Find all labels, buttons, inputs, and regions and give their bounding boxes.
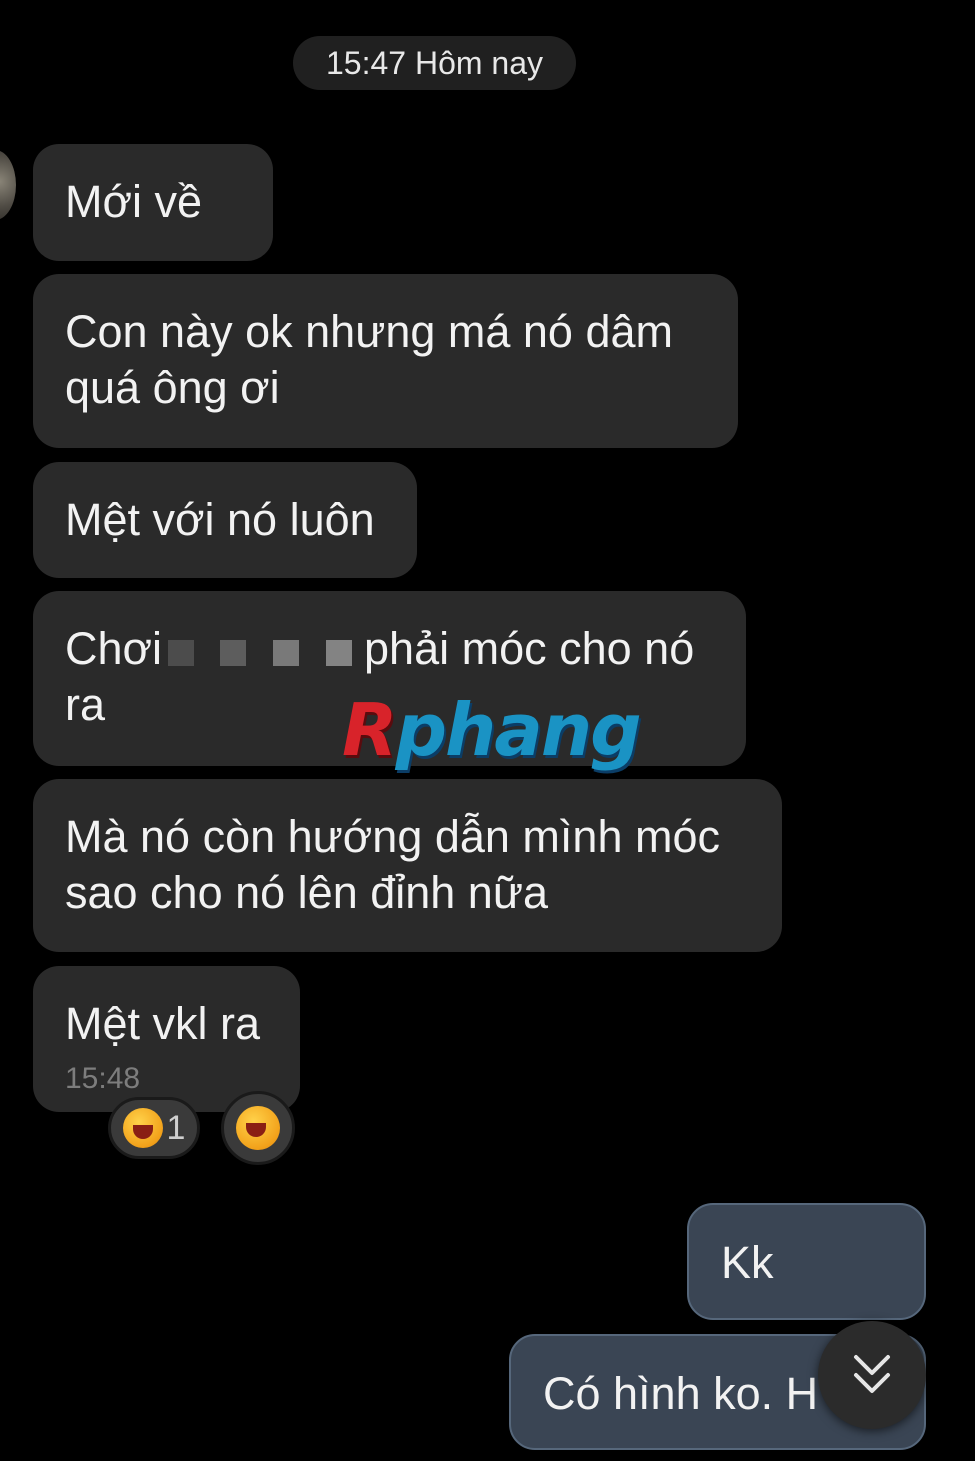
laughing-emoji-icon <box>236 1106 280 1150</box>
message-bubble-incoming[interactable]: Mới về <box>33 144 273 261</box>
reaction-count: 1 <box>166 1108 186 1147</box>
message-bubble-incoming[interactable]: Con này ok nhưng má nó dâm quá ông ơi <box>33 274 738 448</box>
contact-avatar[interactable] <box>0 150 16 220</box>
message-text: Mà nó còn hướng dẫn mình móc sao cho nó … <box>65 811 720 918</box>
message-text: Mệt vkl ra <box>65 998 261 1049</box>
message-bubble-outgoing[interactable]: Kk <box>687 1203 926 1320</box>
date-separator: 15:47 Hôm nay <box>293 36 576 90</box>
message-text: Mệt với nó luôn <box>65 494 375 545</box>
censored-blur <box>168 632 358 672</box>
message-text: Kk <box>721 1237 774 1288</box>
scroll-to-bottom-button[interactable] <box>818 1321 926 1429</box>
message-text: Chơi <box>65 623 163 674</box>
reaction-badge[interactable]: 1 <box>108 1097 200 1159</box>
message-bubble-incoming[interactable]: Chơi phải móc cho nó ra <box>33 591 746 766</box>
chat-view: 15:47 Hôm nay Mới về Con này ok nhưng má… <box>0 0 975 1461</box>
message-timestamp: 15:48 <box>65 1062 141 1095</box>
message-text: Mới về <box>65 176 203 227</box>
message-text: Con này ok nhưng má nó dâm quá ông ơi <box>65 306 673 413</box>
message-bubble-incoming[interactable]: Mệt với nó luôn <box>33 462 417 578</box>
double-chevron-down-icon <box>854 1355 890 1393</box>
message-text: Có hình ko. H <box>543 1368 819 1419</box>
message-bubble-incoming[interactable]: Mà nó còn hướng dẫn mình móc sao cho nó … <box>33 779 782 952</box>
laughing-emoji-icon <box>122 1108 163 1148</box>
reaction-button[interactable] <box>221 1091 295 1165</box>
